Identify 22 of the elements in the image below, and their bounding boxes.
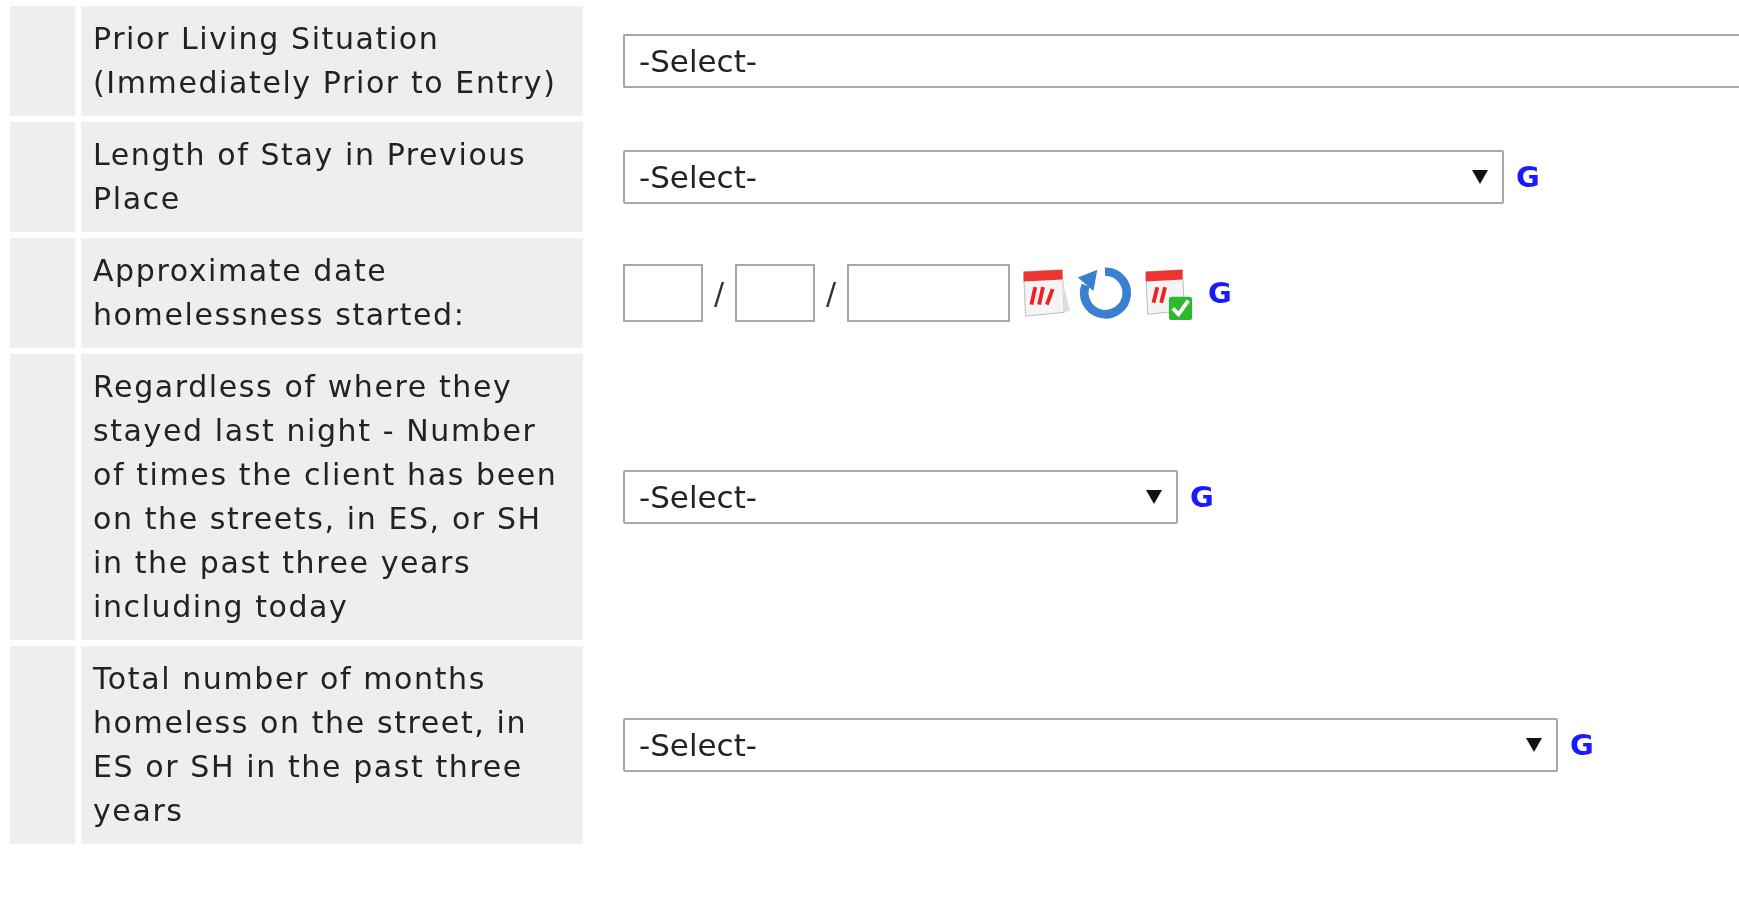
dropdown[interactable]: -Select- bbox=[623, 150, 1504, 204]
date-separator: / bbox=[824, 275, 838, 311]
dropdown[interactable]: -Select- bbox=[623, 470, 1178, 524]
field-label: Prior Living Situation (Immediately Prior to Entry) bbox=[81, 6, 583, 116]
dropdown-arrow-icon bbox=[1472, 170, 1488, 184]
field-label: Regardless of where they stayed last night - Number of times the client has been on the streets, in ES, or SH in the past three years including today bbox=[81, 354, 583, 640]
field-label: Approximate date homelessness started: bbox=[81, 238, 583, 348]
dropdown[interactable]: -Select- bbox=[623, 718, 1558, 772]
year-input[interactable] bbox=[847, 264, 1010, 322]
field-label: Length of Stay in Previous Place bbox=[81, 122, 583, 232]
g-link[interactable]: G bbox=[1570, 728, 1594, 762]
g-link[interactable]: G bbox=[1516, 160, 1540, 194]
dropdown-arrow-icon bbox=[1526, 738, 1542, 752]
field-label: Total number of months homeless on the street, in ES or SH in the past three years bbox=[81, 646, 583, 844]
month-input[interactable] bbox=[623, 264, 703, 322]
dropdown[interactable]: -Select- bbox=[623, 34, 1739, 88]
date-separator: / bbox=[712, 275, 726, 311]
refresh-icon[interactable] bbox=[1076, 264, 1134, 322]
dropdown-arrow-icon bbox=[1146, 490, 1162, 504]
day-input[interactable] bbox=[735, 264, 815, 322]
g-link[interactable]: G bbox=[1190, 480, 1214, 514]
g-link[interactable]: G bbox=[1208, 276, 1232, 310]
